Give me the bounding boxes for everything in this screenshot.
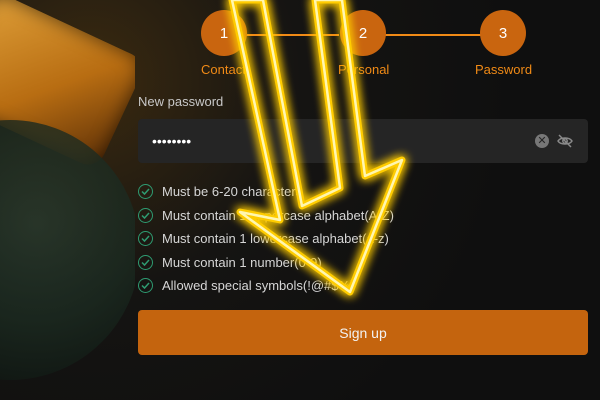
check-circle-icon <box>138 254 153 270</box>
password-rules-list: Must be 6-20 characters Must contain 1 u… <box>138 180 394 298</box>
stepper-line <box>241 34 339 36</box>
password-label: New password <box>138 94 224 109</box>
step-number: 1 <box>219 24 229 42</box>
clear-icon[interactable]: ✕ <box>535 134 549 148</box>
step-number: 3 <box>498 24 508 42</box>
check-circle-icon <box>138 184 153 200</box>
rule-text: Must contain 1 uppercase alphabet(A-Z) <box>162 207 394 223</box>
check-circle-icon <box>138 278 153 294</box>
password-rule: Allowed special symbols(!@#$%) <box>138 274 394 298</box>
password-rule: Must be 6-20 characters <box>138 180 394 204</box>
stepper-line <box>385 34 481 36</box>
password-rule: Must contain 1 number(0-9) <box>138 251 394 275</box>
decorative-ring <box>0 120 135 380</box>
step-number: 2 <box>358 24 368 42</box>
rule-text: Must contain 1 lowercase alphabet(a-z) <box>162 231 389 247</box>
check-circle-icon <box>138 231 153 247</box>
step-1-circle[interactable]: 1 <box>201 10 247 56</box>
password-field: ✕ <box>138 119 588 163</box>
step-2-circle[interactable]: 2 <box>340 10 386 56</box>
step-3-label: Password <box>475 62 533 77</box>
rule-text: Must be 6-20 characters <box>162 184 303 200</box>
check-circle-icon <box>138 207 153 223</box>
signup-button[interactable]: Sign up <box>138 310 588 355</box>
background-artwork <box>0 0 135 400</box>
step-1-label: Contact <box>201 62 246 77</box>
step-2-label: Personal <box>338 62 390 77</box>
rule-text: Allowed special symbols(!@#$%) <box>162 278 355 294</box>
password-rule: Must contain 1 lowercase alphabet(a-z) <box>138 227 394 251</box>
eye-off-icon[interactable] <box>556 132 574 150</box>
password-input[interactable] <box>138 119 508 163</box>
rule-text: Must contain 1 number(0-9) <box>162 254 322 270</box>
step-3-circle[interactable]: 3 <box>480 10 526 56</box>
password-rule: Must contain 1 uppercase alphabet(A-Z) <box>138 204 394 228</box>
signup-stepper: 1 Contact 2 Personal 3 Password <box>195 10 555 80</box>
